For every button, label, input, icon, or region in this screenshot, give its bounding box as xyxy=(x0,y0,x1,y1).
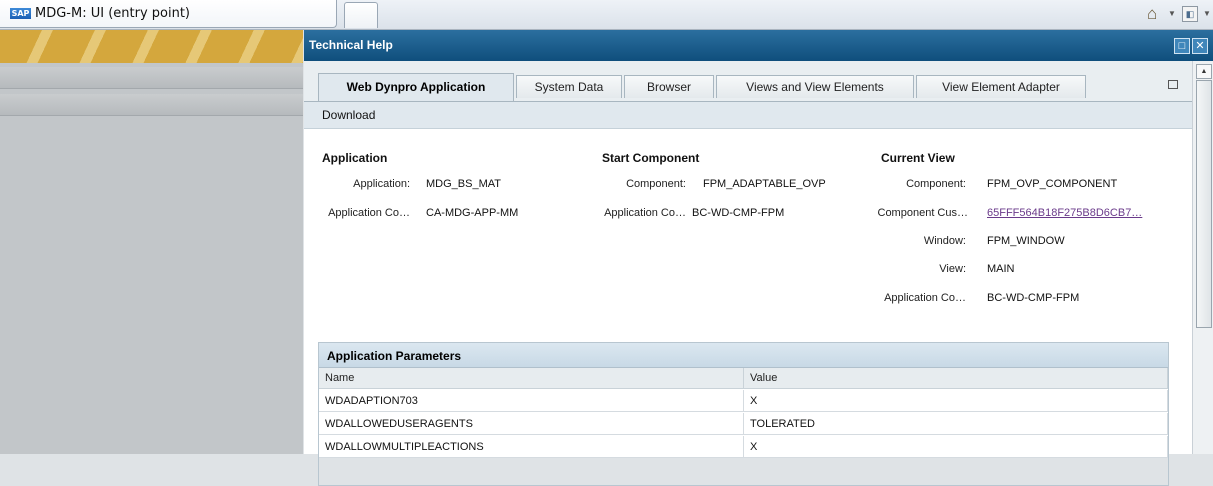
component-customizing-label: Component Cus… xyxy=(877,207,969,219)
left-shell-row xyxy=(0,67,303,89)
application-heading: Application xyxy=(322,151,388,165)
column-header-value[interactable]: Value xyxy=(744,368,1168,389)
table-cell-value[interactable]: X xyxy=(744,436,1168,458)
close-icon[interactable]: ✕ xyxy=(1192,38,1208,54)
table-title-bar: Application Parameters xyxy=(319,343,1168,368)
window-label: Window: xyxy=(923,235,966,247)
technical-help-window: Technical Help □ ✕ Web Dynpro Applicatio… xyxy=(304,30,1213,486)
toolbar: Download xyxy=(304,102,1192,129)
home-icon[interactable]: ⌂ xyxy=(1147,4,1157,24)
left-shell-row xyxy=(0,94,303,116)
start-component-label: Component: xyxy=(626,178,686,190)
start-component-heading: Start Component xyxy=(602,151,700,165)
scroll-up-icon[interactable]: ▲ xyxy=(1196,64,1212,79)
tab-view-element-adapter[interactable]: View Element Adapter xyxy=(916,75,1086,98)
table-cell-name[interactable]: WDALLOWMULTIPLEACTIONS xyxy=(319,436,744,458)
window-title: Technical Help xyxy=(309,38,393,52)
browser-tab-bar: SAP MDG-M: UI (entry point) ⌂ ▼ ◧ ▼ xyxy=(0,0,1213,30)
table-cell-value[interactable]: X xyxy=(744,390,1168,412)
left-shell-panel xyxy=(0,30,303,454)
start-app-component-value: BC-WD-CMP-FPM xyxy=(692,207,785,219)
maximize-icon[interactable]: □ xyxy=(1174,38,1190,54)
tabstrip: Web Dynpro Application System Data Brows… xyxy=(304,61,1192,103)
current-component-value: FPM_OVP_COMPONENT xyxy=(987,178,1118,190)
component-customizing-link[interactable]: 65FFF564B18F275B8D6CB7… xyxy=(987,207,1142,219)
application-parameters-table: Application Parameters Name Value WDADAP… xyxy=(318,342,1169,486)
tab-web-dynpro-application[interactable]: Web Dynpro Application xyxy=(318,73,514,103)
table-cell-name[interactable]: WDALLOWEDUSERAGENTS xyxy=(319,413,744,435)
tab-system-data[interactable]: System Data xyxy=(516,75,622,98)
application-label: Application: xyxy=(353,178,410,190)
browser-tab[interactable]: SAP MDG-M: UI (entry point) xyxy=(0,0,337,28)
window-value: FPM_WINDOW xyxy=(987,235,1065,247)
new-tab-button[interactable] xyxy=(344,2,378,28)
technical-help-content: Web Dynpro Application System Data Brows… xyxy=(304,61,1192,486)
table-cell-value[interactable]: TOLERATED xyxy=(744,413,1168,435)
vertical-scrollbar[interactable]: ▲ xyxy=(1192,61,1213,454)
scrollbar-thumb[interactable] xyxy=(1196,80,1212,328)
view-label: View: xyxy=(939,263,966,275)
start-component-value: FPM_ADAPTABLE_OVP xyxy=(703,178,826,190)
column-header-name[interactable]: Name xyxy=(319,368,744,389)
application-component-label: Application Co… xyxy=(328,207,410,219)
sap-logo-icon: SAP xyxy=(10,8,31,19)
current-view-heading: Current View xyxy=(881,151,955,165)
application-component-value: CA-MDG-APP-MM xyxy=(426,207,519,219)
browser-tab-title: MDG-M: UI (entry point) xyxy=(35,6,191,21)
table-title: Application Parameters xyxy=(327,349,462,363)
feed-icon[interactable]: ◧ xyxy=(1182,6,1198,22)
feed-dropdown-icon[interactable]: ▼ xyxy=(1203,9,1211,18)
current-app-component-label: Application Co… xyxy=(884,292,966,304)
tab-views-and-view-elements[interactable]: Views and View Elements xyxy=(716,75,914,98)
current-component-label: Component: xyxy=(906,178,966,190)
view-value: MAIN xyxy=(987,263,1015,275)
start-app-component-label: Application Co… xyxy=(604,207,686,219)
tab-browser[interactable]: Browser xyxy=(624,75,714,98)
tab-overflow-icon[interactable] xyxy=(1168,80,1178,89)
window-title-bar: Technical Help □ ✕ xyxy=(304,30,1213,61)
current-app-component-value: BC-WD-CMP-FPM xyxy=(987,292,1080,304)
home-dropdown-icon[interactable]: ▼ xyxy=(1168,9,1176,18)
download-button[interactable]: Download xyxy=(322,108,375,122)
table-cell-name[interactable]: WDADAPTION703 xyxy=(319,390,744,412)
application-value: MDG_BS_MAT xyxy=(426,178,501,190)
left-header-band xyxy=(0,30,303,63)
